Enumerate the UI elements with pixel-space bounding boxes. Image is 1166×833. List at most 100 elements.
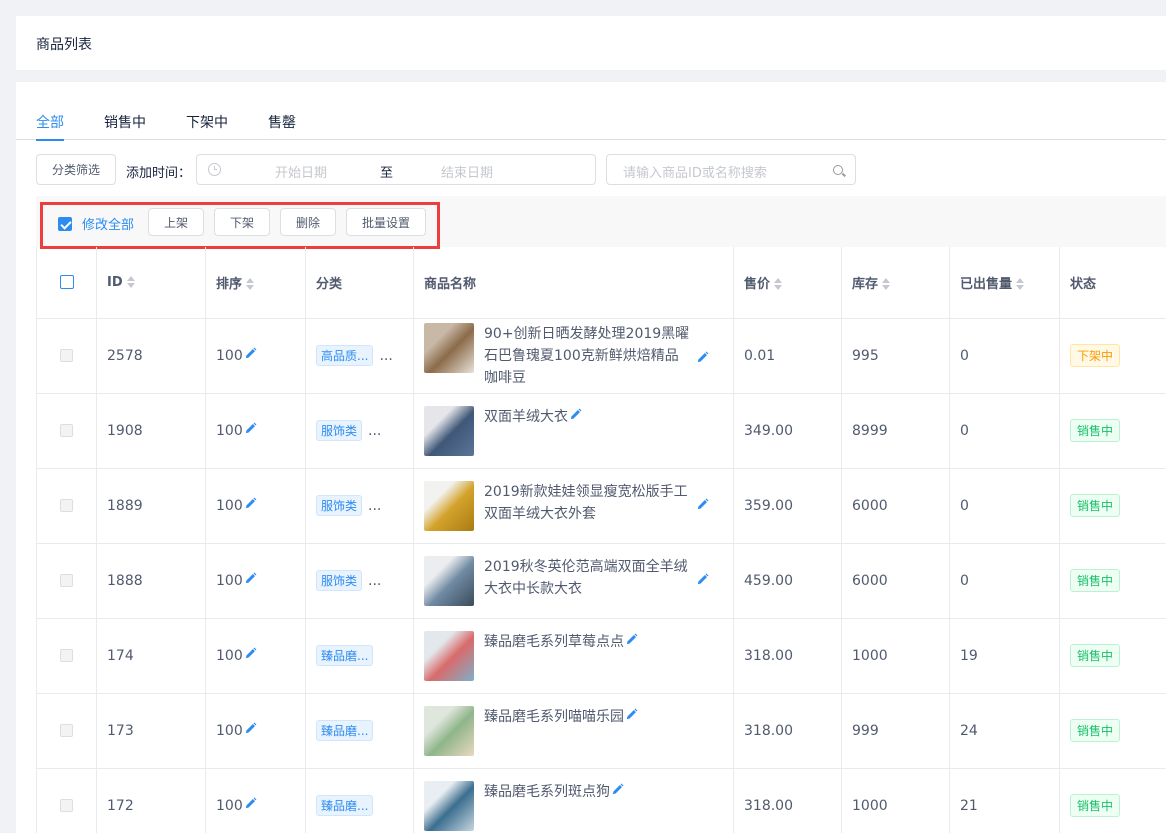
tab-sold-out[interactable]: 售罄 <box>268 112 296 140</box>
sort-icon[interactable] <box>882 278 891 291</box>
header-status: 状态 <box>1059 247 1166 319</box>
product-table: ID 排序 分类 商品名称 售价 库存 已出售量 状态 2578 100 高品质..… <box>36 247 1166 833</box>
sort-value: 100 <box>216 498 243 514</box>
row-sold: 19 <box>949 618 1060 694</box>
tab-all[interactable]: 全部 <box>36 112 64 141</box>
row-stock: 6000 <box>841 543 950 619</box>
edit-pencil-icon[interactable] <box>625 631 638 644</box>
table-row: 1888 100 服饰类... 2019秋冬英伦范高端双面全羊绒大衣中长款大衣 459.… <box>36 543 1166 619</box>
list-down-button[interactable]: 下架 <box>214 208 270 236</box>
header-category: 分类 <box>305 247 414 319</box>
sort-icon[interactable] <box>246 278 255 291</box>
header-sold[interactable]: 已出售量 <box>949 247 1060 319</box>
more-categories[interactable]: ... <box>368 498 381 514</box>
category-tag: 服饰类 <box>316 420 363 441</box>
row-checkbox-cell <box>36 768 97 833</box>
edit-pencil-icon[interactable] <box>244 647 257 660</box>
category-tag: 服饰类 <box>316 495 363 516</box>
delete-button[interactable]: 删除 <box>280 208 336 236</box>
row-category: 服饰类... <box>305 468 414 544</box>
row-id: 1908 <box>96 393 206 469</box>
sort-value: 100 <box>216 648 243 664</box>
row-sort: 100 <box>205 768 306 833</box>
date-range-picker[interactable]: 开始日期 至 结束日期 <box>196 154 596 185</box>
row-checkbox[interactable] <box>60 724 73 737</box>
edit-pencil-icon[interactable] <box>696 496 709 510</box>
row-checkbox[interactable] <box>60 349 73 362</box>
status-badge: 销售中 <box>1070 494 1121 517</box>
list-up-button[interactable]: 上架 <box>148 208 204 236</box>
select-all-checkbox[interactable] <box>59 275 74 290</box>
category-filter-button[interactable]: 分类筛选 <box>36 154 116 185</box>
end-date-placeholder: 结束日期 <box>441 166 494 181</box>
edit-pencil-icon[interactable] <box>696 349 709 363</box>
row-category: 服饰类... <box>305 543 414 619</box>
product-thumbnail[interactable] <box>424 322 474 373</box>
row-checkbox[interactable] <box>60 499 73 512</box>
edit-pencil-icon[interactable] <box>244 572 257 585</box>
row-price: 318.00 <box>733 693 842 769</box>
product-thumbnail[interactable] <box>424 405 474 456</box>
row-sold: 21 <box>949 768 1060 833</box>
search-input[interactable]: 请输入商品ID或名称搜索 <box>606 154 856 185</box>
header-sort[interactable]: 排序 <box>205 247 306 319</box>
product-thumbnail[interactable] <box>424 555 474 606</box>
row-checkbox[interactable] <box>60 574 73 587</box>
status-badge: 销售中 <box>1070 569 1121 592</box>
row-product: 臻品磨毛系列喵喵乐园 <box>413 693 734 769</box>
sort-icon[interactable] <box>1016 278 1025 291</box>
row-price: 318.00 <box>733 768 842 833</box>
edit-pencil-icon[interactable] <box>244 347 257 360</box>
row-sort: 100 <box>205 318 306 394</box>
table-row: 2578 100 高品质...... 90+创新日晒发酵处理2019黑曜石巴鲁瑰夏10… <box>36 318 1166 394</box>
more-categories[interactable]: ... <box>368 423 381 439</box>
row-sort: 100 <box>205 393 306 469</box>
product-thumbnail[interactable] <box>424 705 474 756</box>
edit-pencil-icon[interactable] <box>696 571 709 585</box>
row-price: 349.00 <box>733 393 842 469</box>
header-stock[interactable]: 库存 <box>841 247 950 319</box>
product-thumbnail[interactable] <box>424 630 474 681</box>
table-row: 172 100 臻品磨... 臻品磨毛系列斑点狗 318.00 1000 21 销售中 <box>36 768 1166 833</box>
page-title: 商品列表 <box>36 37 92 53</box>
row-sort: 100 <box>205 693 306 769</box>
row-checkbox-cell <box>36 393 97 469</box>
more-categories[interactable]: ... <box>368 573 381 589</box>
header-price[interactable]: 售价 <box>733 247 842 319</box>
product-thumbnail[interactable] <box>424 780 474 831</box>
more-categories[interactable]: ... <box>379 348 392 364</box>
row-status: 销售中 <box>1059 618 1166 694</box>
edit-pencil-icon[interactable] <box>244 422 257 435</box>
tab-on-sale[interactable]: 销售中 <box>104 112 146 140</box>
table-row: 174 100 臻品磨... 臻品磨毛系列草莓点点 318.00 1000 19 销售中 <box>36 618 1166 694</box>
edit-pencil-icon[interactable] <box>244 722 257 735</box>
row-checkbox[interactable] <box>60 424 73 437</box>
category-tag: 高品质... <box>316 345 374 366</box>
edit-pencil-icon[interactable] <box>611 781 624 794</box>
row-checkbox[interactable] <box>60 649 73 662</box>
row-category: 高品质...... <box>305 318 414 394</box>
edit-pencil-icon[interactable] <box>244 797 257 810</box>
row-status: 销售中 <box>1059 468 1166 544</box>
edit-pencil-icon[interactable] <box>244 497 257 510</box>
row-checkbox[interactable] <box>60 799 73 812</box>
tab-off-shelf[interactable]: 下架中 <box>186 112 228 140</box>
date-separator: 至 <box>380 166 394 181</box>
row-product: 臻品磨毛系列斑点狗 <box>413 768 734 833</box>
product-thumbnail[interactable] <box>424 480 474 531</box>
search-icon[interactable] <box>833 165 843 175</box>
row-id: 2578 <box>96 318 206 394</box>
batch-settings-button[interactable]: 批量设置 <box>346 208 426 236</box>
edit-pencil-icon[interactable] <box>569 406 582 419</box>
row-product: 90+创新日晒发酵处理2019黑曜石巴鲁瑰夏100克新鲜烘焙精品咖啡豆 <box>413 318 734 394</box>
row-status: 销售中 <box>1059 768 1166 833</box>
edit-all-checkbox[interactable] <box>58 217 72 231</box>
sort-icon[interactable] <box>126 276 135 289</box>
sort-value: 100 <box>216 798 243 814</box>
sort-icon[interactable] <box>774 278 783 291</box>
sort-value: 100 <box>216 423 243 439</box>
header-id[interactable]: ID <box>96 247 206 319</box>
edit-all-label[interactable]: 修改全部 <box>82 214 134 233</box>
edit-pencil-icon[interactable] <box>625 706 638 719</box>
sort-value: 100 <box>216 348 243 364</box>
